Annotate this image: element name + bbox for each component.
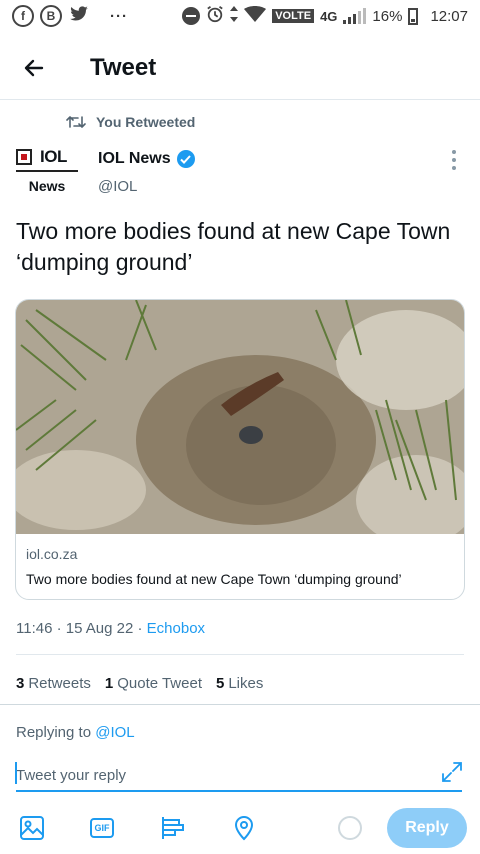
poll-icon bbox=[162, 817, 184, 839]
replying-to-handle[interactable]: @IOL bbox=[95, 724, 134, 741]
divider bbox=[16, 654, 464, 655]
iol-logo-mark bbox=[16, 149, 32, 165]
replying-to: Replying to @IOL bbox=[16, 724, 135, 741]
tweet-source-link[interactable]: Echobox bbox=[147, 620, 205, 637]
quote-tweets-stat[interactable]: 1 Quote Tweet bbox=[105, 675, 202, 692]
retweets-label: Retweets bbox=[28, 675, 91, 692]
avatar[interactable]: IOL News bbox=[16, 144, 78, 202]
author-handle[interactable]: @IOL bbox=[98, 178, 137, 195]
wifi-icon bbox=[244, 6, 267, 26]
more-options-button[interactable] bbox=[446, 150, 462, 170]
dnd-icon bbox=[182, 7, 201, 25]
retweet-context-label: You Retweeted bbox=[96, 114, 196, 130]
arrow-left-icon bbox=[24, 59, 44, 76]
divider bbox=[0, 704, 480, 705]
card-title: Two more bodies found at new Cape Town ‘… bbox=[26, 571, 402, 587]
top-app-bar: Tweet bbox=[0, 36, 480, 100]
author-name[interactable]: IOL News bbox=[98, 150, 195, 168]
b-app-icon: B bbox=[40, 5, 62, 27]
overflow-notifications: ··· bbox=[110, 7, 128, 25]
verified-badge-icon bbox=[176, 150, 195, 168]
add-location-button[interactable] bbox=[230, 814, 258, 842]
retweets-stat[interactable]: 3 Retweets bbox=[16, 675, 91, 692]
twitter-icon bbox=[68, 5, 90, 27]
battery-percent: 16% bbox=[372, 7, 403, 25]
add-image-button[interactable] bbox=[18, 814, 46, 842]
avatar-logo-subtext: News bbox=[28, 178, 66, 194]
character-counter-ring bbox=[338, 816, 362, 840]
back-button[interactable] bbox=[14, 48, 54, 88]
expand-composer-button[interactable] bbox=[440, 760, 464, 784]
signal-icon bbox=[343, 8, 367, 24]
author-display-name: IOL News bbox=[98, 150, 171, 167]
likes-count: 5 bbox=[216, 675, 225, 692]
link-preview-card[interactable]: iol.co.za Two more bodies found at new C… bbox=[15, 299, 465, 600]
tweet-metadata: 11:46 · 15 Aug 22 · Echobox bbox=[16, 620, 205, 637]
clock: 12:07 bbox=[430, 7, 468, 25]
volte-badge: VOLTE bbox=[272, 9, 315, 23]
gif-icon: GIF bbox=[90, 818, 114, 838]
replying-to-prefix: Replying to bbox=[16, 724, 96, 741]
expand-icon bbox=[442, 762, 462, 782]
likes-stat[interactable]: 5 Likes bbox=[216, 675, 263, 692]
add-gif-button[interactable]: GIF bbox=[88, 814, 116, 842]
data-arrows-icon bbox=[230, 6, 239, 26]
text-cursor bbox=[15, 762, 17, 784]
retweets-count: 3 bbox=[16, 675, 25, 692]
quote-tweets-count: 1 bbox=[104, 675, 114, 692]
battery-icon bbox=[408, 7, 419, 25]
tweet-text: Two more bodies found at new Cape Town ‘… bbox=[16, 218, 451, 275]
reply-button[interactable]: Reply bbox=[387, 808, 467, 848]
avatar-logo-text: IOL bbox=[40, 147, 67, 166]
engagement-stats: 3 Retweets 1 Quote Tweet 5 Likes bbox=[16, 675, 263, 692]
card-domain: iol.co.za bbox=[26, 546, 78, 562]
page-title: Tweet bbox=[90, 53, 157, 81]
image-icon bbox=[20, 816, 44, 840]
network-type: 4G bbox=[320, 8, 338, 24]
add-poll-button[interactable] bbox=[159, 814, 187, 842]
location-icon bbox=[234, 816, 254, 841]
more-dot-icon bbox=[452, 150, 456, 154]
card-image bbox=[16, 300, 464, 534]
retweet-icon bbox=[66, 116, 86, 128]
quote-tweets-label: Quote Tweet bbox=[117, 675, 202, 692]
likes-label: Likes bbox=[228, 675, 264, 692]
tweet-timestamp: 11:46 · 15 Aug 22 · bbox=[16, 620, 147, 637]
retweet-context: You Retweeted bbox=[66, 114, 195, 130]
facebook-icon: f bbox=[12, 5, 34, 27]
reply-input[interactable] bbox=[16, 760, 462, 792]
alarm-icon bbox=[206, 5, 224, 27]
status-bar: f B ··· VOLTE 4G 16% 12:07 bbox=[0, 0, 480, 32]
